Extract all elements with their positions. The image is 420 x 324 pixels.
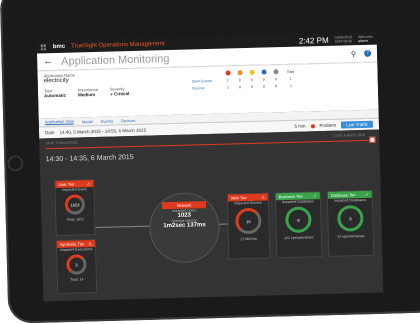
tier-metric-label: Impacted Executions xyxy=(59,247,93,252)
devices-link[interactable]: Devices xyxy=(192,86,222,90)
home-button[interactable] xyxy=(7,155,24,172)
database-tier-card[interactable]: Database Tier ✓ Impacted Databases 8 33 o… xyxy=(326,189,375,257)
major-severity-icon xyxy=(236,70,243,76)
alert-icon: ⚠ xyxy=(88,241,93,247)
devices-count[interactable]: 1 xyxy=(222,85,234,89)
tier-title: Business Tier xyxy=(278,193,303,200)
tab-devices[interactable]: Devices xyxy=(121,117,135,122)
tier-total: Total: 1672 xyxy=(66,217,84,222)
tier-footer: 23 Mb/Sec xyxy=(240,236,258,242)
user-gauge: 1023 xyxy=(64,194,86,215)
web-gauge: 15 xyxy=(235,207,262,235)
timeline-start: 14:40, 5 March 2015 xyxy=(45,140,78,146)
range-title: 14:30 - 14:35, 6 March 2015 xyxy=(45,153,134,164)
tier-footer: 33 operations/sec xyxy=(336,233,365,239)
tab-application-view[interactable]: Application View xyxy=(44,118,75,126)
critical-severity-icon xyxy=(224,70,231,76)
tier-title: Synthetic Tier xyxy=(59,241,85,247)
app-screen: bmc TrueSight Operations Management 2:42… xyxy=(36,32,384,302)
devices-total[interactable]: 1 xyxy=(282,84,300,88)
open-events-count[interactable]: 0 xyxy=(234,78,246,82)
date-label: Date xyxy=(44,130,55,136)
devices-count[interactable]: 0 xyxy=(234,85,246,89)
ok-icon: ✓ xyxy=(313,193,317,199)
timeline-end: 14:55, 6 March 2015 xyxy=(333,132,366,138)
app-info-panel: Application Name electricity Type Automat… xyxy=(37,61,379,119)
tier-title: Database Tier xyxy=(330,192,356,198)
product-title: TrueSight Operations Management xyxy=(71,41,165,50)
interval-select[interactable]: 5 min xyxy=(294,123,305,128)
alert-icon: ⚠ xyxy=(261,194,265,200)
database-gauge: 8 xyxy=(337,205,364,232)
tier-title: Web Tier xyxy=(230,195,247,201)
tier-metric-label: Impacted Servers xyxy=(234,200,262,206)
network-node[interactable]: Network Impacted Users 1023 Average late… xyxy=(148,191,221,264)
event-summary: Total Open Events 1 0 0 0 0 1 Devices 1 … xyxy=(187,63,378,115)
back-arrow-icon[interactable]: ← xyxy=(43,56,53,67)
open-events-count[interactable]: 0 xyxy=(246,78,258,82)
type-value: Automatic xyxy=(44,92,67,99)
open-events-count[interactable]: 0 xyxy=(270,77,282,81)
topology-view: 14:40, 5 March 2015 14:55, 6 March 2015 … xyxy=(39,129,384,302)
open-events-count[interactable]: 0 xyxy=(258,77,270,82)
unknown-severity-icon xyxy=(272,69,279,75)
open-events-total[interactable]: 1 xyxy=(282,77,300,81)
tier-footer: 122 operations/sec xyxy=(284,235,314,241)
open-events-link[interactable]: Open Events xyxy=(192,79,222,84)
total-header: Total xyxy=(286,69,295,74)
live-traffic-button[interactable]: Live Traffic xyxy=(341,120,374,129)
open-events-count[interactable]: 1 xyxy=(222,78,234,82)
date-info: 03/06/2015 GMT-08:00 xyxy=(334,35,353,44)
ok-icon: ✓ xyxy=(365,191,369,197)
search-icon[interactable]: ⚲ xyxy=(351,50,356,58)
latency-value: 1m2sec 137ms xyxy=(163,222,206,230)
minor-severity-icon xyxy=(248,69,255,75)
user-info[interactable]: Welcome admin xyxy=(358,35,373,43)
tier-metric-label: Impacted Databases xyxy=(333,197,367,203)
tier-total: Total: 14 xyxy=(70,277,84,282)
synthetic-gauge: 3 xyxy=(66,254,87,275)
app-grid-icon[interactable] xyxy=(40,44,47,51)
info-severity-icon xyxy=(260,69,267,75)
date-range[interactable]: 14:40, 5 March 2015 - 14:55, 6 March 201… xyxy=(59,128,146,135)
tab-events[interactable]: Events xyxy=(101,118,113,123)
severity-value: ● Critical xyxy=(110,91,130,97)
brand-logo: bmc xyxy=(52,43,66,51)
devices-count[interactable]: 0 xyxy=(258,84,270,89)
importance-value: Medium xyxy=(78,91,96,98)
business-tier-card[interactable]: Business Tier ✓ Impacted Databases 8 122 … xyxy=(274,191,323,259)
page-title: Application Monitoring xyxy=(61,52,170,68)
web-tier-card[interactable]: Web Tier ⚠ Impacted Servers 15 23 Mb/Sec xyxy=(226,192,271,260)
business-gauge: 8 xyxy=(285,206,312,234)
connector-line xyxy=(95,225,150,229)
devices-count[interactable]: 0 xyxy=(270,84,282,88)
problem-icon xyxy=(310,123,315,128)
problem-filter[interactable]: Problem xyxy=(319,123,336,128)
tier-title: User Tier xyxy=(58,181,75,187)
devices-count[interactable]: 0 xyxy=(246,85,258,89)
clock: 2:42 PM xyxy=(298,35,329,46)
tier-metric-label: Impacted Databases xyxy=(281,199,315,205)
timeline-handle[interactable] xyxy=(369,136,376,143)
tier-metric-label: Impacted Users xyxy=(62,187,87,192)
alert-icon: ⚠ xyxy=(86,181,91,187)
synthetic-tier-card[interactable]: Synthetic Tier ⚠ Impacted Executions 3 To… xyxy=(55,239,98,295)
help-icon[interactable]: ? xyxy=(363,49,372,57)
tab-model[interactable]: Model xyxy=(82,119,93,124)
timeline-bar[interactable] xyxy=(45,139,374,150)
connector-line xyxy=(219,223,228,225)
user-tier-card[interactable]: User Tier ⚠ Impacted Users 1023 Total: 16… xyxy=(54,179,96,237)
